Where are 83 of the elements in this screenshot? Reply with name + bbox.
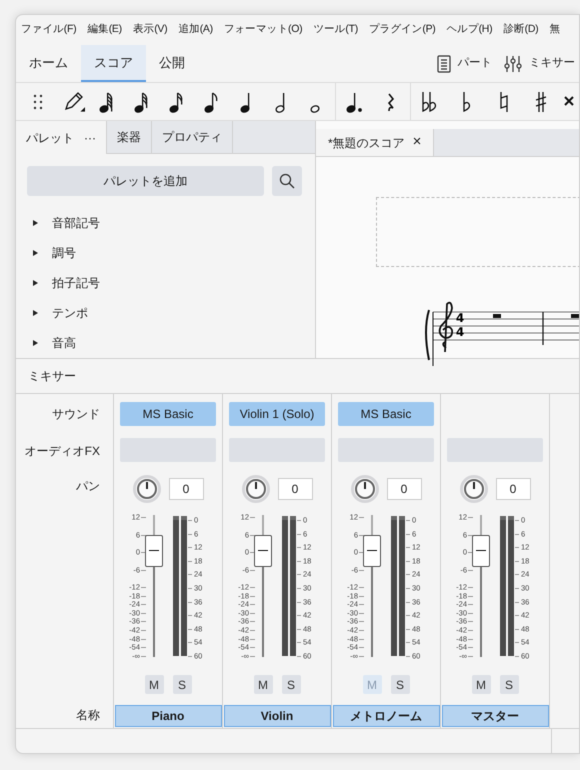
natural-icon[interactable]: [498, 90, 509, 114]
pan-value-field[interactable]: 0: [168, 478, 204, 500]
mute-button[interactable]: M: [472, 675, 490, 694]
more-icon[interactable]: ···: [84, 128, 96, 146]
row-label: サウンド: [52, 406, 100, 423]
fader-track[interactable]: [145, 515, 163, 657]
parts-button[interactable]: パート: [436, 54, 492, 72]
close-icon[interactable]: ×: [412, 131, 422, 154]
menu-item[interactable]: 編集(E): [87, 22, 122, 38]
mute-button[interactable]: M: [254, 675, 272, 694]
panel-tab[interactable]: パレット ···: [16, 121, 107, 154]
note-icon[interactable]: [168, 90, 184, 114]
pan-value-field[interactable]: 0: [496, 478, 530, 500]
menu-item[interactable]: ツール(T): [313, 22, 358, 38]
sound-button[interactable]: MS Basic: [120, 402, 216, 426]
palette-item[interactable]: 音高: [52, 334, 76, 352]
pan-knob[interactable]: [132, 475, 160, 503]
note-icon[interactable]: [203, 90, 220, 114]
search-icon: [279, 173, 295, 189]
channel-name[interactable]: マスター: [442, 705, 548, 727]
menu-item[interactable]: 表示(V): [132, 22, 168, 38]
sound-button[interactable]: Violin 1 (Solo): [229, 402, 325, 426]
sharp-icon[interactable]: [534, 90, 547, 114]
note-icon[interactable]: [98, 90, 114, 114]
palette-item[interactable]: 音部記号: [52, 214, 100, 232]
pan-knob[interactable]: [242, 475, 270, 503]
menu-item[interactable]: ヘルプ(H): [446, 22, 492, 38]
fader-handle[interactable]: [363, 534, 381, 566]
add-palette-button[interactable]: パレットを追加: [27, 166, 264, 196]
document-icon: [436, 54, 450, 72]
mute-button[interactable]: M: [144, 675, 164, 694]
row-label: パン: [76, 478, 100, 495]
fader-handle[interactable]: [145, 534, 163, 566]
palette-item[interactable]: テンポ: [52, 304, 88, 322]
mixer-title: ミキサー: [28, 368, 76, 385]
menu-item[interactable]: プラグイン(P): [368, 22, 436, 38]
menu-item[interactable]: 診断(D): [503, 22, 538, 38]
row-label: 名称: [76, 707, 100, 724]
fader-track[interactable]: [363, 515, 381, 657]
mixer-button[interactable]: ミキサー: [504, 54, 575, 72]
score-drawing: 4 4: [421, 300, 579, 366]
mute-button: M: [362, 675, 382, 694]
menu-item[interactable]: 追加(A): [178, 22, 213, 38]
solo-button[interactable]: S: [390, 675, 410, 694]
expand-icon[interactable]: [33, 280, 38, 286]
pencil-icon[interactable]: [62, 90, 85, 114]
fader-handle[interactable]: [472, 534, 490, 566]
row-label: オーディオFX: [24, 443, 100, 460]
expand-icon[interactable]: [33, 250, 38, 256]
menu-item[interactable]: 無: [549, 22, 560, 38]
tab[interactable]: スコア: [81, 45, 146, 82]
expand-icon[interactable]: [33, 220, 38, 226]
sliders-icon: [504, 54, 522, 72]
expand-icon[interactable]: [33, 340, 38, 346]
channel-name[interactable]: Piano: [114, 705, 222, 727]
pan-value-field[interactable]: 0: [386, 478, 422, 500]
fader-handle[interactable]: [254, 534, 272, 566]
channel-name[interactable]: メトロノーム: [332, 705, 440, 727]
tab[interactable]: 公開: [146, 45, 198, 82]
solo-button[interactable]: S: [500, 675, 518, 694]
pan-knob[interactable]: [460, 475, 488, 503]
tab[interactable]: ホーム: [16, 45, 81, 82]
menu-item[interactable]: フォーマット(O): [224, 22, 302, 38]
fader-track[interactable]: [254, 515, 272, 657]
solo-button[interactable]: S: [172, 675, 192, 694]
score-tab-title[interactable]: *無題のスコア: [328, 134, 405, 152]
pan-knob[interactable]: [350, 475, 378, 503]
channel-name[interactable]: Violin: [224, 705, 330, 727]
menu-item[interactable]: ファイル(F): [21, 22, 76, 38]
expand-icon[interactable]: [33, 310, 38, 316]
palette-item[interactable]: 拍子記号: [52, 274, 100, 292]
palette-item[interactable]: 調号: [52, 244, 76, 262]
solo-button[interactable]: S: [282, 675, 300, 694]
note-icon[interactable]: [133, 90, 150, 114]
panel-tab[interactable]: プロパティ: [152, 121, 233, 154]
flat-icon[interactable]: [462, 90, 472, 114]
sound-button[interactable]: MS Basic: [338, 402, 434, 426]
search-button[interactable]: [272, 166, 302, 196]
pan-value-field[interactable]: 0: [278, 478, 312, 500]
double-flat-icon[interactable]: [421, 90, 438, 114]
score-tab[interactable]: *無題のスコア ×: [316, 129, 434, 156]
fader-track[interactable]: [472, 515, 490, 657]
panel-tab[interactable]: 楽器: [107, 121, 152, 154]
